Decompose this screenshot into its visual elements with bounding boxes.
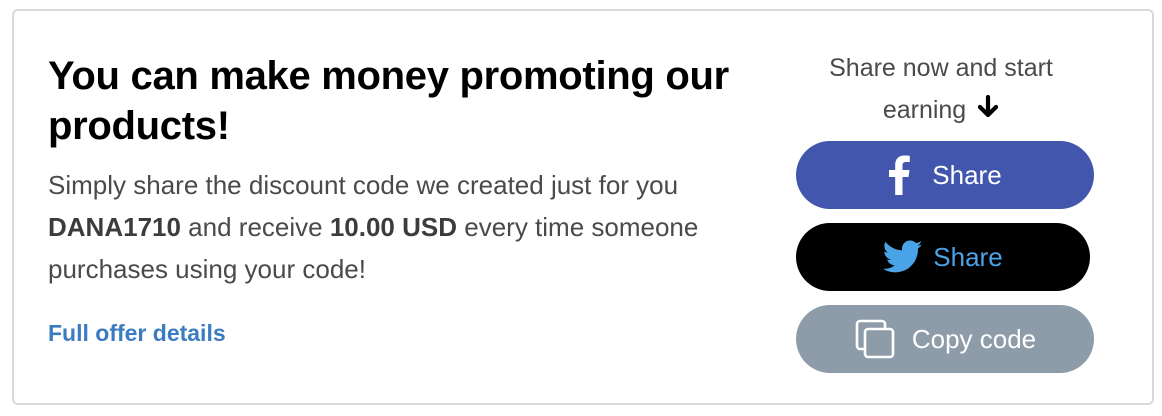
share-cta-text: Share now and start earning [829,54,1053,124]
promo-card: You can make money promoting our product… [12,9,1154,405]
facebook-icon [888,155,911,195]
twitter-share-label: Share [933,241,1003,272]
promo-content: You can make money promoting our product… [48,51,748,347]
twitter-icon [883,240,923,274]
reward-amount: 10.00 USD [329,212,458,242]
description-text: and receive [180,212,330,242]
facebook-share-label: Share [932,159,1002,190]
description-text: Simply share the discount code we create… [48,170,679,200]
arrow-down-icon [977,90,999,132]
promo-headline: You can make money promoting our product… [48,54,729,148]
promo-description: Simply share the discount code we create… [48,164,738,290]
discount-code: DANA1710 [48,212,181,242]
share-panel: Share now and start earning Share Share … [796,47,1096,373]
copy-code-button[interactable]: Copy code [796,305,1094,373]
facebook-share-button[interactable]: Share [796,141,1094,209]
copy-icon [854,318,896,360]
twitter-share-button[interactable]: Share [796,223,1090,291]
copy-code-label: Copy code [911,323,1037,354]
share-cta: Share now and start earning [796,47,1086,132]
full-offer-details-link[interactable]: Full offer details [48,320,226,347]
